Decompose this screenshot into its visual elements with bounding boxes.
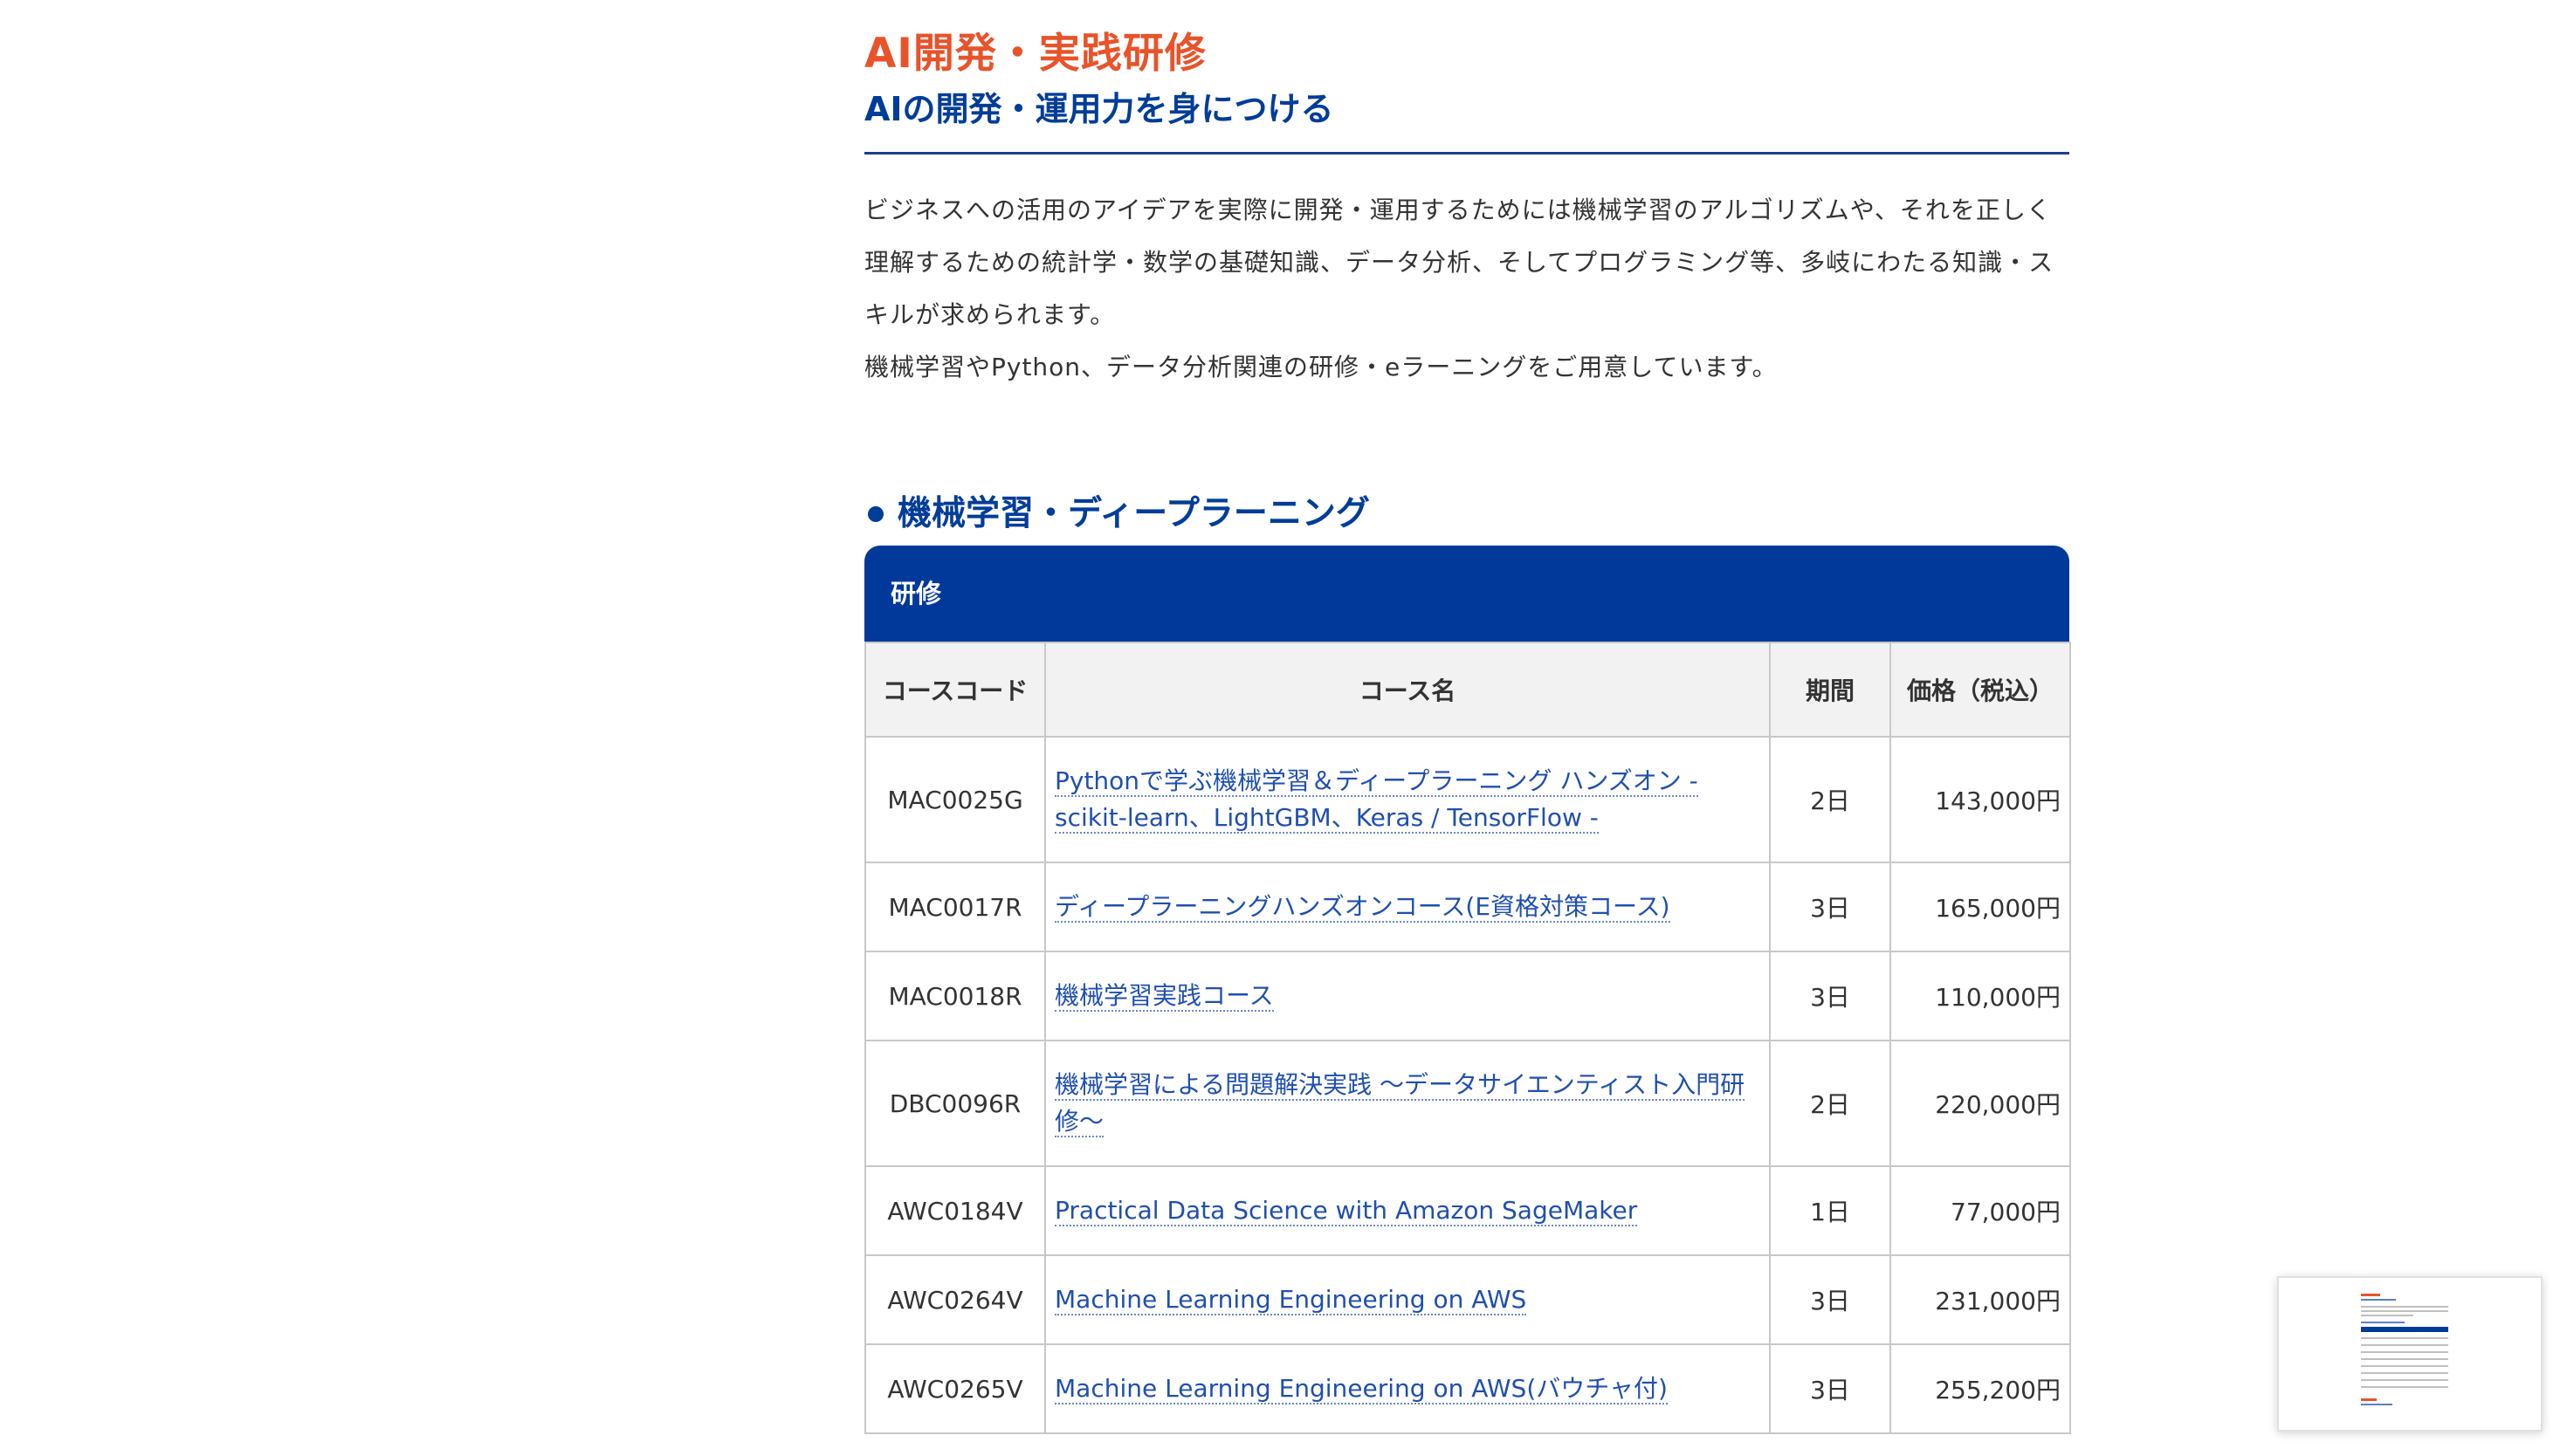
thumbnail-line <box>2361 1315 2413 1316</box>
course-link[interactable]: Machine Learning Engineering on AWS(バウチャ… <box>1055 1374 1668 1404</box>
course-price: 165,000円 <box>1889 862 2071 952</box>
section-heading-label: 機械学習・ディープラーニング <box>898 494 1370 533</box>
course-period: 2日 <box>1769 736 1891 863</box>
course-period: 2日 <box>1769 1040 1891 1167</box>
page-subtitle: AIの開発・運用力を身につける <box>864 90 1334 128</box>
table-row: AWC0184V Practical Data Science with Ama… <box>864 1165 2071 1256</box>
course-link[interactable]: Practical Data Science with Amazon SageM… <box>1055 1196 1638 1226</box>
course-period: 3日 <box>1769 1343 1891 1434</box>
page-title: AI開発・実践研修 <box>864 30 1207 78</box>
course-price: 220,000円 <box>1889 1040 2071 1167</box>
bullet-icon <box>868 506 884 522</box>
course-link[interactable]: 機械学習による問題解決実践 ～データサイエンティスト入門研修～ <box>1055 1070 1745 1137</box>
column-header-price: 価格（税込） <box>1889 642 2071 738</box>
column-header-period: 期間 <box>1769 642 1891 738</box>
section-heading: 機械学習・ディープラーニング <box>864 490 2069 539</box>
course-price: 255,200円 <box>1889 1343 2071 1434</box>
thumbnail-title-mark <box>2361 1398 2377 1401</box>
course-code: AWC0184V <box>864 1165 1046 1256</box>
thumbnail-line <box>2361 1337 2448 1339</box>
course-period: 3日 <box>1769 1254 1891 1345</box>
thumbnail-content <box>2361 1290 2455 1421</box>
course-name-cell: Pythonで学ぶ機械学習＆ディープラーニング ハンズオン - scikit-l… <box>1044 736 1771 863</box>
thumbnail-banner <box>2361 1327 2448 1332</box>
column-header-name: コース名 <box>1044 642 1771 738</box>
table-row: AWC0264V Machine Learning Engineering on… <box>864 1254 2071 1345</box>
course-table: コースコード コース名 期間 価格（税込） MAC0025G Pythonで学ぶ… <box>864 642 2071 1434</box>
table-row: MAC0017R ディープラーニングハンズオンコース(E資格対策コース) 3日 … <box>864 862 2071 952</box>
thumbnail-line <box>2361 1344 2448 1346</box>
table-row: AWC0265V Machine Learning Engineering on… <box>864 1343 2071 1434</box>
course-price: 77,000円 <box>1889 1165 2071 1256</box>
course-code: MAC0025G <box>864 736 1046 863</box>
table-banner: 研修 <box>864 546 2069 642</box>
course-link[interactable]: Machine Learning Engineering on AWS <box>1055 1285 1527 1315</box>
course-period: 3日 <box>1769 862 1891 952</box>
thumbnail-line <box>2361 1310 2448 1312</box>
table-row: DBC0096R 機械学習による問題解決実践 ～データサイエンティスト入門研修～… <box>864 1040 2071 1167</box>
table-row: MAC0025G Pythonで学ぶ機械学習＆ディープラーニング ハンズオン -… <box>864 736 2071 863</box>
table-header-row: コースコード コース名 期間 価格（税込） <box>864 642 2071 738</box>
course-price: 143,000円 <box>1889 736 2071 863</box>
course-name-cell: 機械学習実践コース <box>1044 951 1771 1041</box>
thumbnail-line <box>2361 1404 2392 1405</box>
course-link[interactable]: Pythonで学ぶ機械学習＆ディープラーニング ハンズオン - scikit-l… <box>1055 766 1698 834</box>
course-price: 110,000円 <box>1889 951 2071 1041</box>
thumbnail-line <box>2361 1322 2405 1323</box>
intro-line: 理解するための統計学・数学の基礎知識、データ分析、そしてプログラミング等、多岐に… <box>864 248 2054 277</box>
course-code: AWC0264V <box>864 1254 1046 1345</box>
thumbnail-line <box>2361 1299 2396 1301</box>
course-period: 3日 <box>1769 951 1891 1041</box>
thumbnail-line <box>2361 1372 2448 1374</box>
intro-line: ビジネスへの活用のアイデアを実際に開発・運用するためには機械学習のアルゴリズムや… <box>864 196 2052 224</box>
thumbnail-line <box>2361 1358 2448 1360</box>
course-code: AWC0265V <box>864 1343 1046 1434</box>
thumbnail-line <box>2361 1386 2448 1388</box>
course-name-cell: Machine Learning Engineering on AWS(バウチャ… <box>1044 1343 1771 1434</box>
thumbnail-line <box>2361 1306 2448 1308</box>
table-row: MAC0018R 機械学習実践コース 3日 110,000円 <box>864 951 2071 1041</box>
main-content: AI開発・実践研修 AIの開発・運用力を身につける ビジネスへの活用のアイデアを… <box>864 26 2071 1434</box>
thumbnail-line <box>2361 1379 2448 1381</box>
intro-line: 機械学習やPython、データ分析関連の研修・eラーニングをご用意しています。 <box>864 353 1778 381</box>
thumbnail-line <box>2361 1351 2448 1353</box>
course-link[interactable]: ディープラーニングハンズオンコース(E資格対策コース) <box>1055 892 1670 923</box>
course-table-container: 研修 コースコード コース名 期間 価格（税込） MAC0025G Python… <box>864 546 2071 1434</box>
thumbnail-title-mark <box>2361 1294 2380 1296</box>
course-period: 1日 <box>1769 1165 1891 1256</box>
thumbnail-line <box>2361 1365 2448 1367</box>
intro-line: キルが求められます。 <box>864 300 1116 329</box>
course-price: 231,000円 <box>1889 1254 2071 1345</box>
course-code: MAC0017R <box>864 862 1046 952</box>
column-header-code: コースコード <box>864 642 1046 738</box>
title-divider <box>864 152 2069 155</box>
course-code: MAC0018R <box>864 951 1046 1041</box>
course-name-cell: 機械学習による問題解決実践 ～データサイエンティスト入門研修～ <box>1044 1040 1771 1167</box>
course-link[interactable]: 機械学習実践コース <box>1055 981 1274 1012</box>
course-name-cell: Machine Learning Engineering on AWS <box>1044 1254 1771 1345</box>
course-code: DBC0096R <box>864 1040 1046 1167</box>
intro-text: ビジネスへの活用のアイデアを実際に開発・運用するためには機械学習のアルゴリズムや… <box>864 184 2069 394</box>
course-name-cell: ディープラーニングハンズオンコース(E資格対策コース) <box>1044 862 1771 952</box>
page-thumbnail-preview[interactable] <box>2277 1276 2543 1432</box>
course-name-cell: Practical Data Science with Amazon SageM… <box>1044 1165 1771 1256</box>
